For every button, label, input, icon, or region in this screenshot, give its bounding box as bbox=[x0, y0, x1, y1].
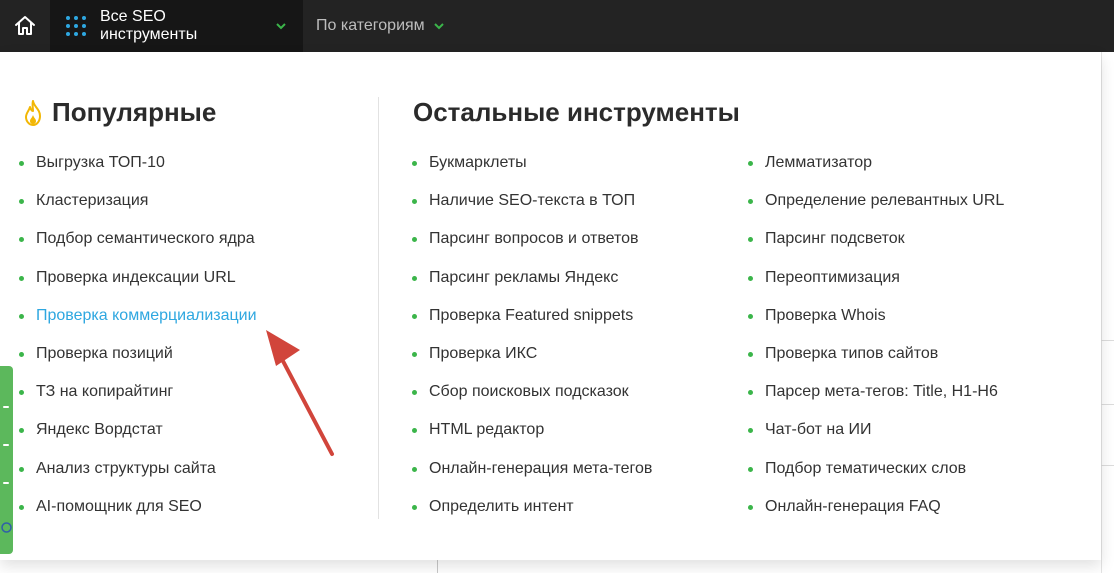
list-item[interactable]: Проверка Featured snippets bbox=[412, 297, 652, 335]
list-item-commercialization-check[interactable]: Проверка коммерциализации bbox=[19, 297, 257, 335]
list-item[interactable]: Парсинг рекламы Яндекс bbox=[412, 259, 652, 297]
list-item[interactable]: Переоптимизация bbox=[748, 259, 1004, 297]
list-item[interactable]: AI-помощник для SEO bbox=[19, 488, 257, 526]
list-item[interactable]: Парсинг подсветок bbox=[748, 220, 1004, 258]
list-item[interactable]: Выгрузка ТОП-10 bbox=[19, 144, 257, 182]
top-navigation-bar: Все SEO инструменты По категориям bbox=[0, 0, 1114, 52]
chevron-down-icon bbox=[276, 23, 286, 30]
by-category-tab[interactable]: По категориям bbox=[303, 0, 461, 52]
list-item[interactable]: Чат-бот на ИИ bbox=[748, 411, 1004, 449]
other-tools-heading: Остальные инструменты bbox=[413, 97, 740, 128]
list-item[interactable]: Подбор тематических слов bbox=[748, 450, 1004, 488]
popular-heading: Популярные bbox=[20, 97, 216, 128]
list-item[interactable]: Лемматизатор bbox=[748, 144, 1004, 182]
all-seo-tools-tab[interactable]: Все SEO инструменты bbox=[50, 0, 303, 52]
list-item[interactable]: Наличие SEO-текста в ТОП bbox=[412, 182, 652, 220]
list-item[interactable]: Подбор семантического ядра bbox=[19, 220, 257, 258]
background-divider bbox=[437, 560, 438, 573]
background-content-panel bbox=[1101, 52, 1114, 573]
list-item[interactable]: Проверка Whois bbox=[748, 297, 1004, 335]
column-divider bbox=[378, 97, 379, 519]
all-seo-tools-label: Все SEO инструменты bbox=[100, 8, 198, 43]
chevron-down-icon bbox=[433, 23, 444, 30]
list-item[interactable]: Парсинг вопросов и ответов bbox=[412, 220, 652, 258]
list-item[interactable]: Онлайн-генерация FAQ bbox=[748, 488, 1004, 526]
background-divider bbox=[1101, 465, 1114, 466]
home-icon bbox=[15, 16, 35, 35]
popular-tools-list: Выгрузка ТОП-10 Кластеризация Подбор сем… bbox=[19, 144, 257, 526]
list-item[interactable]: HTML редактор bbox=[412, 411, 652, 449]
list-item[interactable]: Определить интент bbox=[412, 488, 652, 526]
list-item[interactable]: ТЗ на копирайтинг bbox=[19, 373, 257, 411]
list-item[interactable]: Парсер мета-тегов: Title, H1-H6 bbox=[748, 373, 1004, 411]
side-feedback-widget[interactable] bbox=[0, 366, 13, 554]
list-item[interactable]: Определение релевантных URL bbox=[748, 182, 1004, 220]
list-item[interactable]: Яндекс Вордстат bbox=[19, 411, 257, 449]
list-item[interactable]: Анализ структуры сайта bbox=[19, 450, 257, 488]
other-tools-list-column-2: Лемматизатор Определение релевантных URL… bbox=[748, 144, 1004, 526]
other-tools-title: Остальные инструменты bbox=[413, 97, 740, 127]
list-item[interactable]: Проверка ИКС bbox=[412, 335, 652, 373]
tools-dropdown-menu: Популярные Выгрузка ТОП-10 Кластеризация… bbox=[0, 52, 1101, 560]
grid-menu-icon bbox=[66, 16, 86, 36]
chat-icon bbox=[1, 522, 12, 533]
list-item[interactable]: Сбор поисковых подсказок bbox=[412, 373, 652, 411]
fire-icon bbox=[25, 99, 41, 126]
list-item[interactable]: Онлайн-генерация мета-тегов bbox=[412, 450, 652, 488]
popular-title: Популярные bbox=[52, 97, 217, 127]
list-item[interactable]: Кластеризация bbox=[19, 182, 257, 220]
list-item[interactable]: Проверка типов сайтов bbox=[748, 335, 1004, 373]
background-divider bbox=[1101, 404, 1114, 405]
list-item[interactable]: Проверка позиций bbox=[19, 335, 257, 373]
home-button[interactable] bbox=[0, 0, 50, 52]
list-item[interactable]: Проверка индексации URL bbox=[19, 259, 257, 297]
other-tools-list-column-1: Букмарклеты Наличие SEO-текста в ТОП Пар… bbox=[412, 144, 652, 526]
background-divider bbox=[1101, 340, 1114, 341]
by-category-label: По категориям bbox=[316, 17, 425, 34]
list-item[interactable]: Букмарклеты bbox=[412, 144, 652, 182]
